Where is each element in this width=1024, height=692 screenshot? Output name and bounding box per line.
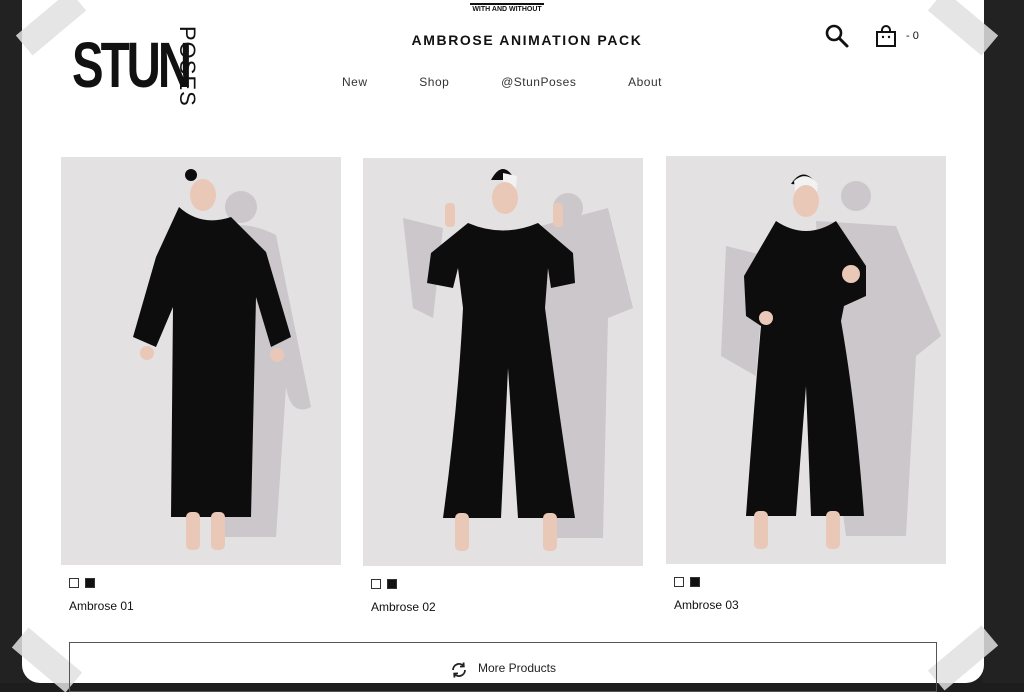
page-title: AMBROSE ANIMATION PACK [411,32,643,48]
swatch-black[interactable] [85,578,95,588]
promo-banner-top [470,0,544,5]
nav-new[interactable]: New [342,75,368,89]
frame-right [982,0,1024,683]
color-swatches [69,578,341,588]
cart-bag-icon [876,25,896,47]
product-card[interactable]: Ambrose 01 [61,157,341,613]
product-card[interactable]: Ambrose 02 [363,158,643,614]
main-nav: New Shop @StunPoses About [342,75,662,89]
swatch-white[interactable] [69,578,79,588]
refresh-icon [452,662,466,678]
product-image[interactable] [363,158,643,566]
promo-banner: WITH AND WITHOUT [452,0,562,13]
product-name[interactable]: Ambrose 02 [371,600,643,614]
product-card[interactable]: Ambrose 03 [666,156,946,612]
nav-instagram[interactable]: @StunPoses [501,75,576,89]
search-button[interactable] [822,22,852,52]
logo-subtitle: POSES [175,26,200,107]
product-image[interactable] [666,156,946,564]
swatch-white[interactable] [371,579,381,589]
color-swatches [674,577,946,587]
search-icon [825,24,849,48]
nav-about[interactable]: About [628,75,662,89]
color-swatches [371,579,643,589]
product-name[interactable]: Ambrose 03 [674,598,946,612]
more-products-label: More Products [477,661,557,675]
swatch-black[interactable] [387,579,397,589]
cart-button[interactable]: - 0 [874,24,919,48]
promo-banner-text: WITH AND WITHOUT [472,6,542,13]
product-figure [403,169,633,551]
more-products-button[interactable]: More Products [69,642,937,692]
swatch-black[interactable] [690,577,700,587]
logo-wordmark: STUN [72,29,192,101]
nav-shop[interactable]: Shop [419,75,449,89]
product-name[interactable]: Ambrose 01 [69,599,341,613]
product-figure [133,169,311,550]
product-image[interactable] [61,157,341,565]
cart-count: - 0 [906,30,919,42]
page: WITH AND WITHOUT STUN POSES AMBROSE ANIM… [11,0,999,692]
product-figure [721,174,941,549]
swatch-white[interactable] [674,577,684,587]
